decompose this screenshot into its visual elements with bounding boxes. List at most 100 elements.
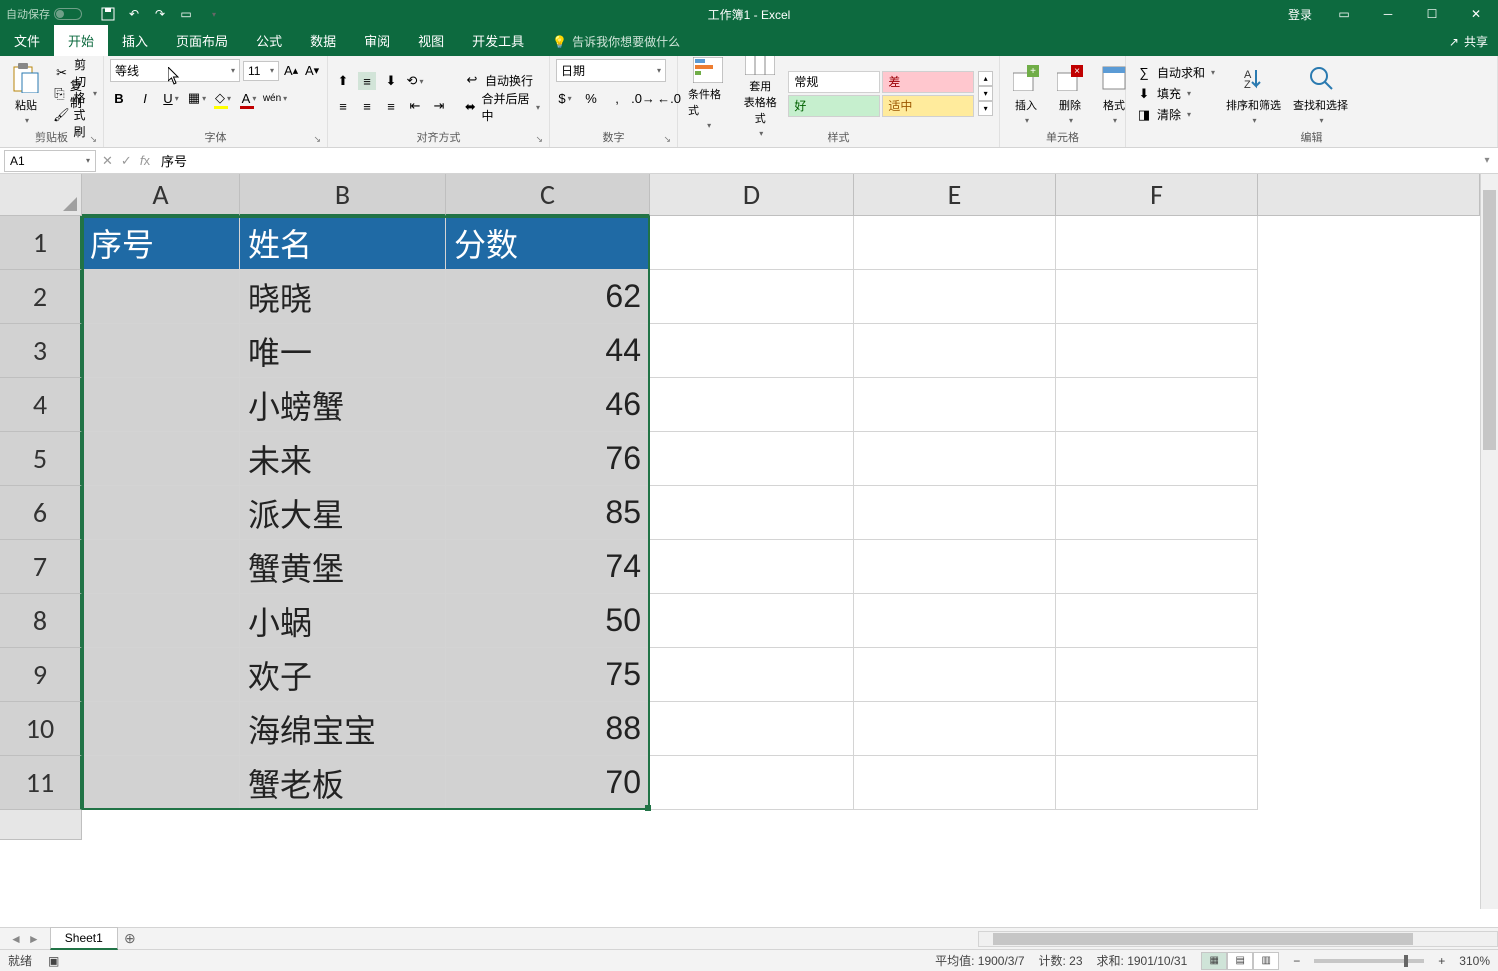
cell[interactable] xyxy=(1056,270,1258,324)
decrease-decimal-icon[interactable]: ←.0 xyxy=(660,89,678,107)
row-header-10[interactable]: 10 xyxy=(0,702,82,756)
row-header-3[interactable]: 3 xyxy=(0,324,82,378)
cell[interactable] xyxy=(854,378,1056,432)
sheet-tab-sheet1[interactable]: Sheet1 xyxy=(50,927,118,950)
vertical-scrollbar[interactable] xyxy=(1480,174,1498,909)
cell[interactable]: 74 xyxy=(446,540,650,594)
fx-icon[interactable]: fx xyxy=(140,153,150,168)
font-name-select[interactable]: 等线▾ xyxy=(110,59,240,82)
cell[interactable] xyxy=(1056,702,1258,756)
normal-view-icon[interactable]: ▦ xyxy=(1201,952,1227,970)
cell[interactable] xyxy=(82,540,240,594)
autosum-button[interactable]: ∑自动求和▾ xyxy=(1132,63,1218,83)
cell[interactable] xyxy=(82,648,240,702)
undo-icon[interactable]: ↶ xyxy=(126,6,142,22)
select-all-corner[interactable] xyxy=(0,174,82,216)
zoom-slider[interactable] xyxy=(1314,959,1424,963)
bold-button[interactable]: B xyxy=(110,89,128,107)
underline-button[interactable]: U▾ xyxy=(162,89,180,107)
cell[interactable]: 44 xyxy=(446,324,650,378)
cell[interactable] xyxy=(1056,648,1258,702)
cell[interactable] xyxy=(1056,432,1258,486)
ribbon-options-icon[interactable]: ▭ xyxy=(1322,0,1366,28)
cell[interactable]: 88 xyxy=(446,702,650,756)
align-top-icon[interactable]: ⬆ xyxy=(334,72,352,90)
cell[interactable] xyxy=(650,486,854,540)
cell[interactable] xyxy=(650,270,854,324)
paste-button[interactable]: 粘贴▾ xyxy=(6,60,46,128)
maximize-icon[interactable]: ☐ xyxy=(1410,0,1454,28)
cell[interactable] xyxy=(650,648,854,702)
decrease-font-icon[interactable]: A▾ xyxy=(303,62,321,80)
column-header-B[interactable]: B xyxy=(240,174,446,216)
clear-button[interactable]: ◨清除▾ xyxy=(1132,105,1218,125)
formula-input[interactable]: 序号 xyxy=(156,149,1476,172)
cell[interactable] xyxy=(854,486,1056,540)
cell[interactable]: 75 xyxy=(446,648,650,702)
cell[interactable]: 派大星 xyxy=(240,486,446,540)
cell[interactable]: 唯一 xyxy=(240,324,446,378)
cell[interactable] xyxy=(1056,594,1258,648)
align-middle-icon[interactable]: ≡ xyxy=(358,72,376,90)
row-header-6[interactable]: 6 xyxy=(0,486,82,540)
horizontal-scrollbar[interactable] xyxy=(978,931,1498,947)
comma-format-icon[interactable]: , xyxy=(608,89,626,107)
cell[interactable] xyxy=(854,324,1056,378)
cell[interactable] xyxy=(82,486,240,540)
row-header-7[interactable]: 7 xyxy=(0,540,82,594)
cell[interactable]: 海绵宝宝 xyxy=(240,702,446,756)
column-header-D[interactable]: D xyxy=(650,174,854,216)
cell[interactable]: 蟹老板 xyxy=(240,756,446,810)
fill-button[interactable]: ⬇填充▾ xyxy=(1132,84,1218,104)
row-headers[interactable]: 1234567891011 xyxy=(0,216,82,927)
align-bottom-icon[interactable]: ⬇ xyxy=(382,72,400,90)
font-size-select[interactable]: 11▾ xyxy=(243,61,279,81)
cell[interactable] xyxy=(82,594,240,648)
align-right-icon[interactable]: ≡ xyxy=(382,97,400,115)
page-layout-view-icon[interactable]: ▤ xyxy=(1227,952,1253,970)
percent-format-icon[interactable]: % xyxy=(582,89,600,107)
format-as-table-button[interactable]: 套用 表格格式▾ xyxy=(736,60,784,128)
cell[interactable]: 小螃蟹 xyxy=(240,378,446,432)
minimize-icon[interactable]: ─ xyxy=(1366,0,1410,28)
tab-home[interactable]: 开始 xyxy=(54,25,108,56)
cell[interactable]: 姓名 xyxy=(240,216,446,270)
increase-indent-icon[interactable]: ⇥ xyxy=(430,97,448,115)
close-icon[interactable]: ✕ xyxy=(1454,0,1498,28)
cell[interactable] xyxy=(854,756,1056,810)
merge-center-button[interactable]: ⬌合并后居中▾ xyxy=(460,97,543,117)
style-normal[interactable]: 常规 xyxy=(788,71,880,93)
cell[interactable] xyxy=(854,594,1056,648)
zoom-out-icon[interactable]: − xyxy=(1293,954,1300,968)
italic-button[interactable]: I xyxy=(136,89,154,107)
cell[interactable]: 分数 xyxy=(446,216,650,270)
tab-view[interactable]: 视图 xyxy=(404,25,458,56)
cell[interactable] xyxy=(854,216,1056,270)
cell[interactable]: 85 xyxy=(446,486,650,540)
new-sheet-button[interactable]: ⊕ xyxy=(118,930,142,947)
conditional-format-button[interactable]: 条件格式▾ xyxy=(684,60,732,128)
share-button[interactable]: ↗ 共享 xyxy=(1449,33,1498,56)
orientation-icon[interactable]: ⟲▾ xyxy=(406,72,424,90)
row-header-8[interactable]: 8 xyxy=(0,594,82,648)
fill-color-button[interactable]: ◇▾ xyxy=(214,89,232,107)
login-button[interactable]: 登录 xyxy=(1278,6,1322,23)
cell[interactable] xyxy=(854,702,1056,756)
next-sheet-icon[interactable]: ► xyxy=(28,932,40,946)
style-bad[interactable]: 差 xyxy=(882,71,974,93)
find-select-button[interactable]: 查找和选择▾ xyxy=(1289,60,1352,128)
column-header-C[interactable]: C xyxy=(446,174,650,216)
tab-data[interactable]: 数据 xyxy=(296,25,350,56)
qat-customize-icon[interactable]: ▾ xyxy=(206,6,222,22)
cell[interactable]: 晓晓 xyxy=(240,270,446,324)
cell-styles-gallery[interactable]: 常规 差 好 适中 xyxy=(788,71,974,117)
cell[interactable] xyxy=(82,432,240,486)
zoom-in-icon[interactable]: + xyxy=(1438,954,1445,968)
cell[interactable]: 小蜗 xyxy=(240,594,446,648)
row-header-1[interactable]: 1 xyxy=(0,216,82,270)
align-left-icon[interactable]: ≡ xyxy=(334,97,352,115)
cell[interactable]: 序号 xyxy=(82,216,240,270)
cell[interactable]: 62 xyxy=(446,270,650,324)
cell[interactable]: 76 xyxy=(446,432,650,486)
cell[interactable] xyxy=(1056,756,1258,810)
